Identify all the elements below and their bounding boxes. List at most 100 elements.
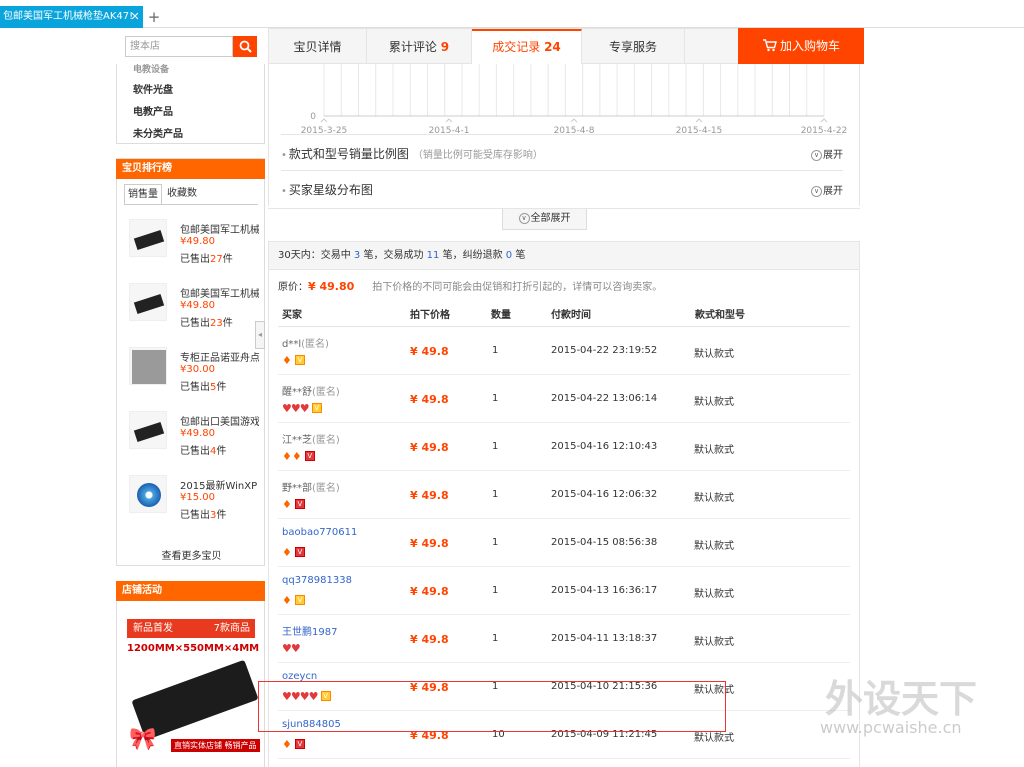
- deal-price: ¥ 49.8: [410, 537, 449, 550]
- category-item[interactable]: 软件光盘: [133, 81, 173, 96]
- buyer-level-badges: ♦ V: [282, 738, 305, 751]
- anonymous-label: (匿名): [312, 435, 340, 446]
- chart-x-tick: [445, 118, 453, 123]
- product-name[interactable]: 包邮出口美国游戏: [180, 413, 259, 428]
- buyer-level-badges: ♥♥♥ V: [282, 402, 322, 415]
- chart-x-tick-label: 2015-4-22: [801, 126, 848, 134]
- chevron-down-icon: ∨: [518, 212, 530, 224]
- chart-x-tick-label: 2015-3-25: [301, 126, 348, 134]
- new-tab-button[interactable]: +: [146, 7, 162, 27]
- table-row: 醒**舒(匿名) ♥♥♥ V ¥ 49.8 1 2015-04-22 13:06:14 默认…: [278, 375, 850, 423]
- category-item-partial[interactable]: 电教设备: [133, 64, 169, 75]
- product-thumbnail[interactable]: [129, 411, 167, 449]
- buyer-level-badges: ♦ V: [282, 594, 305, 607]
- quantity: 1: [492, 585, 499, 596]
- browser-tab-title: 包邮美国军工机械枪垫AK47!: [3, 11, 134, 22]
- close-tab-icon[interactable]: ✕: [128, 6, 142, 28]
- vip-badge-icon[interactable]: V: [294, 355, 305, 365]
- product-thumbnail[interactable]: [129, 219, 167, 257]
- anonymous-label: (匿名): [312, 387, 340, 398]
- diamond-icon: ♦: [291, 450, 302, 463]
- ranking-item[interactable]: 包邮美国军工机械 ¥49.80 已售出23件: [129, 279, 259, 333]
- buyer-name: d**l(匿名): [282, 339, 329, 350]
- buyer-name[interactable]: baobao770611: [282, 527, 357, 538]
- vip-badge-icon[interactable]: V: [294, 595, 305, 605]
- expand-all-button[interactable]: ∨ 全部展开: [502, 209, 587, 230]
- diamond-icon: ♦: [282, 594, 292, 607]
- style-model: 默认款式: [694, 493, 734, 504]
- collapse-sidebar-handle[interactable]: ◂: [255, 321, 265, 349]
- promo-header: 新品首发 7款商品: [127, 619, 255, 638]
- cart-label: 加入购物车: [779, 39, 840, 53]
- sold-count: 已售出5件: [180, 382, 227, 393]
- buyer-name: 江**芝(匿名): [282, 435, 340, 446]
- product-price: ¥30.00: [180, 364, 215, 375]
- vip-badge-icon[interactable]: V: [294, 499, 305, 509]
- cart-icon: [762, 39, 777, 52]
- tab-details[interactable]: 宝贝详情: [269, 29, 367, 64]
- ranking-title: 宝贝排行榜: [116, 159, 265, 179]
- expand-toggle[interactable]: ∨ 展开: [811, 182, 843, 197]
- category-item[interactable]: 电教产品: [133, 103, 173, 118]
- highlight-box: [258, 681, 726, 732]
- tab-transactions[interactable]: 成交记录 24: [472, 29, 582, 64]
- column-header-time: 付款时间: [551, 310, 591, 321]
- buyer-level-badges: ♦ V: [282, 498, 305, 511]
- heart-icon: ♥: [299, 402, 310, 415]
- vip-badge-icon[interactable]: V: [294, 547, 305, 557]
- ranking-item[interactable]: 2015最新WinXP ¥15.00 已售出3件: [129, 471, 259, 525]
- chevron-down-icon: ∨: [811, 185, 822, 197]
- table-row: baobao770611 ♦ V ¥ 49.8 1 2015-04-15 08:56:38…: [278, 519, 850, 567]
- diamond-icon: ♦: [282, 738, 292, 751]
- promo-banner[interactable]: 新品首发 7款商品 1200MM×550MM×4MM 🎀 直销实体店铺 畅销产品: [127, 619, 260, 767]
- payment-time: 2015-04-16 12:06:32: [551, 489, 658, 500]
- buyer-level-badges: ♦♦ V: [282, 450, 315, 463]
- sold-count: 已售出23件: [180, 318, 233, 329]
- product-thumbnail[interactable]: [129, 475, 167, 513]
- quantity: 1: [492, 441, 499, 452]
- table-row: 野**部(匿名) ♦ V ¥ 49.8 1 2015-04-16 12:06:32 默认款式: [278, 471, 850, 519]
- tab-services[interactable]: 专享服务: [582, 29, 685, 64]
- chart-x-tick: [695, 118, 703, 123]
- ranking-item[interactable]: 包邮出口美国游戏 ¥49.80 已售出4件: [129, 407, 259, 461]
- deal-price: ¥ 49.8: [410, 489, 449, 502]
- product-thumbnail[interactable]: [129, 347, 167, 385]
- buyer-rating-section[interactable]: • 买家星级分布图 ∨ 展开: [268, 170, 860, 206]
- expand-toggle[interactable]: ∨ 展开: [811, 146, 843, 161]
- product-name[interactable]: 包邮美国军工机械: [180, 221, 259, 236]
- search-button[interactable]: [233, 36, 257, 57]
- tab-favorites[interactable]: 收藏数: [164, 184, 200, 204]
- quantity: 1: [492, 393, 499, 404]
- page: 搜本店 电教设备 软件光盘 电教产品 未分类产品 宝贝排行榜 销售量 收藏数 包…: [0, 28, 1024, 767]
- style-model: 默认款式: [694, 541, 734, 552]
- product-name[interactable]: 专柜正品诺亚舟点: [180, 349, 259, 364]
- vip-badge-icon[interactable]: V: [294, 739, 305, 749]
- browser-tab[interactable]: 包邮美国军工机械枪垫AK47! ✕: [0, 6, 143, 28]
- tab-reviews[interactable]: 累计评论 9: [367, 29, 472, 64]
- promo-tag: 直销实体店铺 畅销产品: [171, 739, 260, 752]
- view-more-link[interactable]: 查看更多宝贝: [117, 547, 266, 562]
- ranking-item[interactable]: 包邮美国军工机械 ¥49.80 已售出27件: [129, 215, 259, 269]
- column-header-quantity: 数量: [491, 310, 511, 321]
- shop-search-input[interactable]: 搜本店: [125, 36, 233, 57]
- buyer-name[interactable]: 王世鹏1987: [282, 623, 337, 638]
- chart-x-tick-label: 2015-4-1: [429, 126, 470, 134]
- ranking-item[interactable]: 专柜正品诺亚舟点 ¥30.00 已售出5件: [129, 343, 259, 397]
- product-name[interactable]: 2015最新WinXP: [180, 477, 259, 492]
- style-ratio-section[interactable]: • 款式和型号销量比例图 （销量比例可能受库存影响） ∨ 展开: [268, 134, 860, 170]
- promo-size-label: 1200MM×550MM×4MM: [127, 643, 260, 654]
- vip-badge-icon[interactable]: V: [304, 451, 315, 461]
- product-thumbnail[interactable]: [129, 283, 167, 321]
- tab-sales[interactable]: 销售量: [124, 184, 162, 204]
- sales-chart-svg: 0 2015-3-25 2015-4-1 2015-4-8 2015-4-15 2015-…: [301, 64, 848, 136]
- deal-price: ¥ 49.8: [410, 393, 449, 406]
- style-model: 默认款式: [694, 349, 734, 360]
- buyer-name[interactable]: qq378981338: [282, 575, 352, 586]
- table-row: 王世鹏1987 ♥♥ ¥ 49.8 1 2015-04-11 13:18:37 默认款式: [278, 615, 850, 663]
- deal-price: ¥ 49.8: [410, 441, 449, 454]
- vip-badge-icon[interactable]: V: [311, 403, 322, 413]
- add-to-cart-button[interactable]: 加入购物车: [738, 28, 864, 64]
- heart-icon: ♥: [290, 642, 301, 655]
- category-item[interactable]: 未分类产品: [133, 125, 183, 140]
- product-name[interactable]: 包邮美国军工机械: [180, 285, 259, 300]
